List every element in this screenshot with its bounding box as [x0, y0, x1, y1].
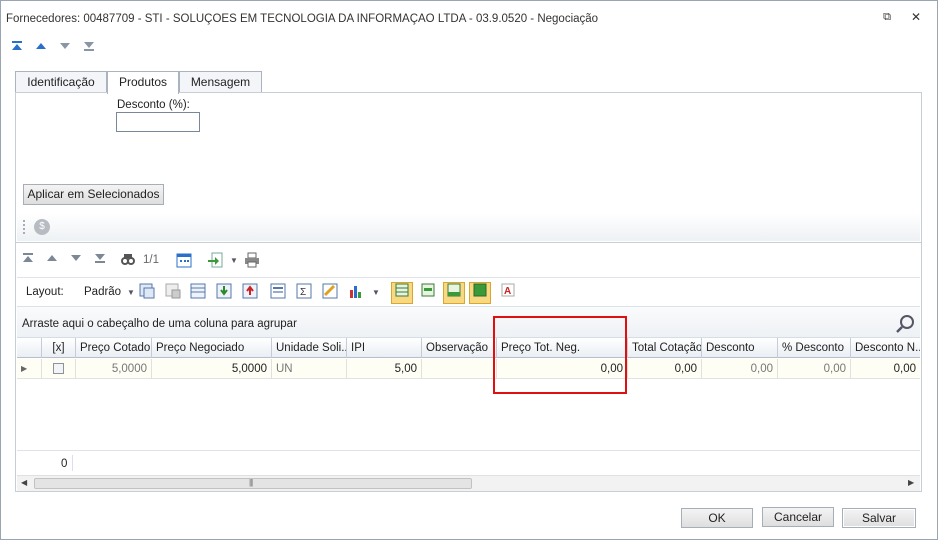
- group-hint: Arraste aqui o cabeçalho de uma coluna p…: [22, 318, 297, 330]
- tab-produtos[interactable]: Produtos: [107, 71, 179, 94]
- row-indicator-header: [17, 338, 41, 358]
- cell-observacao[interactable]: [421, 359, 496, 379]
- discount-input[interactable]: [116, 112, 200, 132]
- footer-count: 0: [61, 458, 68, 470]
- row-indicator-icon: ▶: [21, 364, 28, 373]
- currency-icon[interactable]: $: [34, 219, 50, 235]
- cell-total-cotacao: 0,00: [627, 359, 701, 379]
- grid-toolbar: 1/1 ▼: [17, 245, 920, 277]
- column-header-pct-desconto[interactable]: % Desconto: [777, 338, 850, 358]
- ok-button[interactable]: OK: [681, 508, 753, 528]
- restore-icon[interactable]: ⧉: [879, 9, 895, 25]
- layout-label: Layout:: [26, 286, 64, 298]
- cell-preco-negociado[interactable]: 5,0000: [151, 359, 271, 379]
- column-header-preco-negociado[interactable]: Preço Negociado: [151, 338, 271, 358]
- products-grid-area: 1/1 ▼ Layout: Padrão ▼ Σ ▼ A Arraste aqu…: [15, 242, 922, 492]
- column-header-observacao[interactable]: Observação: [421, 338, 496, 358]
- tab-mensagem[interactable]: Mensagem: [179, 71, 262, 93]
- scroll-thumb[interactable]: [34, 478, 472, 489]
- cell-ipi[interactable]: 5,00: [346, 359, 421, 379]
- view-grid-icon[interactable]: [391, 282, 413, 304]
- save-button[interactable]: Salvar: [842, 508, 916, 528]
- tab-identificacao[interactable]: Identificação: [15, 71, 107, 93]
- cell-desconto-n: 0,00: [850, 359, 920, 379]
- grid-footer: 0: [17, 450, 920, 476]
- column-header-preco-cotado[interactable]: Preço Cotado: [75, 338, 151, 358]
- layout-toolbar: Layout: Padrão ▼ Σ ▼ A: [17, 277, 920, 307]
- column-header-desconto[interactable]: Desconto: [701, 338, 777, 358]
- apply-selected-button[interactable]: Aplicar em Selecionados: [23, 184, 164, 205]
- column-chooser-icon[interactable]: [269, 283, 287, 301]
- grid-header: [x] Preço Cotado Preço Negociado Unidade…: [17, 338, 920, 358]
- grid-columns-icon[interactable]: [189, 283, 207, 301]
- search-icon[interactable]: [895, 314, 915, 337]
- save-layout-icon[interactable]: [138, 283, 156, 301]
- column-header-ipi[interactable]: IPI: [346, 338, 421, 358]
- scroll-right-icon[interactable]: ▶: [908, 478, 914, 487]
- grip-handle[interactable]: [23, 220, 25, 234]
- row-select-checkbox[interactable]: [41, 359, 75, 379]
- export-layout-icon[interactable]: [241, 283, 259, 301]
- font-icon[interactable]: A: [499, 283, 517, 301]
- column-header-desconto-n[interactable]: Desconto N...: [850, 338, 920, 358]
- chart-icon[interactable]: [347, 283, 365, 301]
- column-header-select[interactable]: [x]: [41, 338, 75, 358]
- next-row-icon[interactable]: [67, 252, 85, 270]
- svg-text:A: A: [504, 286, 511, 297]
- discount-label: Desconto (%):: [117, 99, 190, 111]
- column-header-unidade[interactable]: Unidade Soli...: [271, 338, 346, 358]
- cell-desconto: 0,00: [701, 359, 777, 379]
- negotiation-window: Fornecedores: 00487709 - STI - SOLUÇOES …: [0, 0, 938, 540]
- window-title: Fornecedores: 00487709 - STI - SOLUÇOES …: [6, 13, 599, 25]
- cell-pct-desconto: 0,00: [777, 359, 850, 379]
- import-layout-icon[interactable]: [215, 283, 233, 301]
- table-row[interactable]: ▶ 5,0000 5,0000 UN 5,00 0,00 0,00 0,00 0…: [17, 359, 920, 379]
- first-row-icon[interactable]: [19, 252, 37, 270]
- cancel-button[interactable]: Cancelar: [762, 507, 834, 527]
- cell-preco-cotado: 5,0000: [75, 359, 151, 379]
- horizontal-scrollbar[interactable]: ◀ ||| ▶: [17, 475, 920, 491]
- close-icon[interactable]: ✕: [908, 9, 924, 25]
- svg-text:Σ: Σ: [300, 287, 306, 298]
- action-strip: $: [17, 213, 920, 241]
- view-footer-icon[interactable]: [443, 282, 465, 304]
- find-icon[interactable]: [119, 252, 137, 270]
- previous-row-icon[interactable]: [43, 252, 61, 270]
- previous-record-icon[interactable]: [33, 39, 49, 55]
- last-record-icon[interactable]: [81, 39, 97, 55]
- last-row-icon[interactable]: [91, 252, 109, 270]
- export-icon[interactable]: [206, 252, 224, 270]
- format-rule-icon[interactable]: [321, 283, 339, 301]
- column-header-total-cotacao[interactable]: Total Cotação: [627, 338, 701, 358]
- view-filter-row-icon[interactable]: [419, 283, 437, 301]
- delete-layout-icon[interactable]: [164, 283, 182, 301]
- first-record-icon[interactable]: [9, 39, 25, 55]
- layout-select[interactable]: Padrão: [84, 286, 121, 298]
- title-bar: Fornecedores: 00487709 - STI - SOLUÇOES …: [1, 1, 937, 35]
- cell-unidade: UN: [271, 359, 346, 379]
- scroll-grip-icon: |||: [249, 478, 253, 487]
- highlight-box: [493, 316, 627, 394]
- page-indicator: 1/1: [143, 254, 159, 266]
- summary-icon[interactable]: Σ: [295, 283, 313, 301]
- calendar-icon[interactable]: [175, 252, 193, 270]
- print-icon[interactable]: [243, 252, 261, 270]
- view-group-panel-icon[interactable]: [469, 282, 491, 304]
- scroll-left-icon[interactable]: ◀: [21, 478, 27, 487]
- chart-dropdown-icon[interactable]: ▼: [367, 284, 385, 302]
- export-dropdown-icon[interactable]: ▼: [225, 252, 243, 270]
- group-panel[interactable]: Arraste aqui o cabeçalho de uma coluna p…: [17, 306, 920, 338]
- next-record-icon[interactable]: [57, 39, 73, 55]
- footer-divider: [72, 455, 73, 471]
